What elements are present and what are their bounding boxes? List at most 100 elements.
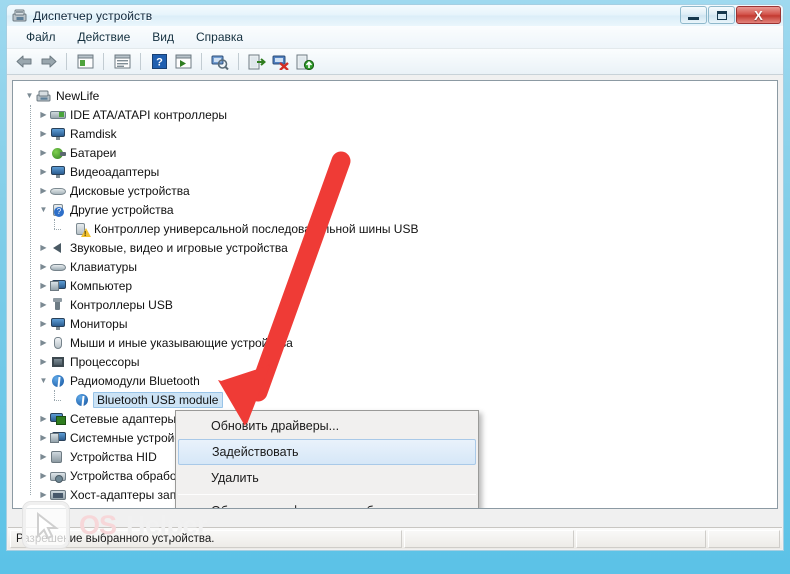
menu-file[interactable]: Файл [15,27,67,47]
tree-node-bluetooth-usb-module[interactable]: ▶ Bluetooth USB module [61,390,777,409]
tree-guideline [30,105,31,495]
tree-node-computer[interactable]: ▶ Компьютер [37,276,777,295]
tree-node-display-adapters[interactable]: ▶ Видеоадаптеры [37,162,777,181]
maximize-button[interactable] [708,6,735,24]
menu-action[interactable]: Действие [67,27,142,47]
expander-expand-icon[interactable]: ▶ [37,243,50,252]
enable-device-icon[interactable] [294,51,316,73]
tree-node-label: Контроллеры USB [70,297,173,312]
expander-expand-icon[interactable]: ▶ [37,452,50,461]
tree-node-unknown-usb-controller[interactable]: ▶ Контроллер универсальной последователь… [61,219,777,238]
toolbar-separator [238,53,239,70]
status-panel-3 [576,529,706,548]
expander-expand-icon[interactable]: ▶ [37,319,50,328]
tree-subchildren: ▶ Bluetooth USB module [37,390,777,409]
tree-subchildren: ▶ Контроллер универсальной последователь… [37,219,777,238]
ctx-uninstall[interactable]: Удалить [176,465,478,491]
keyboard-icon [50,259,66,275]
ctx-update-drivers[interactable]: Обновить драйверы... [176,413,478,439]
expander-expand-icon[interactable]: ▶ [37,338,50,347]
imaging-devices-icon [50,468,66,484]
expander-expand-icon[interactable]: ▶ [37,300,50,309]
tree-guideline [54,400,61,401]
unknown-usb-device-warning-icon [74,221,91,238]
ctx-item-label: Обновить конфигурацию оборудования [211,504,441,508]
tree-node-label: Радиомодули Bluetooth [70,373,200,388]
monitor-icon [50,316,66,332]
scan-view-icon[interactable] [172,51,194,73]
expander-collapse-icon[interactable]: ▼ [37,205,50,214]
tree-node-batteries[interactable]: ▶ Батареи [37,143,777,162]
tree-node-label: NewLife [56,88,100,103]
tree-node-label: Контроллер универсальной последовательно… [94,221,419,236]
ctx-item-label: Задействовать [212,445,299,459]
display-adapter-icon [50,164,66,180]
device-manager-icon [12,8,28,24]
tree-node-usb-controllers[interactable]: ▶ Контроллеры USB [37,295,777,314]
tree-node-bluetooth-radios[interactable]: ▼ Радиомодули Bluetooth [37,371,777,390]
expander-collapse-icon[interactable]: ▼ [23,91,36,100]
ctx-enable-device[interactable]: Задействовать [178,439,476,465]
tree-node-sound-video-game[interactable]: ▶ Звуковые, видео и игровые устройства [37,238,777,257]
window-controls: X [680,6,781,24]
tree-node-processors[interactable]: ▶ Процессоры [37,352,777,371]
expander-expand-icon[interactable]: ▶ [37,471,50,480]
bluetooth-device-icon [74,392,90,408]
tree-node-label: Видеоадаптеры [70,164,160,179]
expander-expand-icon[interactable]: ▶ [37,262,50,271]
processor-icon [50,354,66,370]
close-button[interactable]: X [736,6,781,24]
tree-node-mice[interactable]: ▶ Мыши и иные указывающие устройства [37,333,777,352]
expander-expand-icon[interactable]: ▶ [37,148,50,157]
expander-none-icon: ▶ [61,224,74,233]
expander-expand-icon[interactable]: ▶ [37,414,50,423]
expander-expand-icon[interactable]: ▶ [37,281,50,290]
status-panel-4 [708,529,780,548]
toolbar-separator [201,53,202,70]
tree-guideline [54,219,55,229]
ctx-scan-hardware-changes[interactable]: Обновить конфигурацию оборудования [176,498,478,508]
tree-node-root[interactable]: ▼ NewLife [13,86,777,105]
context-menu[interactable]: Обновить драйверы... Задействовать Удали… [175,410,479,508]
forward-arrow-icon[interactable] [37,51,59,73]
expander-expand-icon[interactable]: ▶ [37,433,50,442]
device-tree-pane[interactable]: ▼ NewLife ▶ IDE ATA/ATAPI контроллеры ▶ … [12,80,778,509]
expander-expand-icon[interactable]: ▶ [37,129,50,138]
ide-controller-icon [50,107,66,123]
expander-expand-icon[interactable]: ▶ [37,357,50,366]
tree-node-label: Bluetooth USB module [93,391,224,408]
tree-node-label: Батареи [70,145,117,160]
help-icon[interactable]: ? [148,51,170,73]
tree-node-other-devices[interactable]: ▼ Другие устройства [37,200,777,219]
tree-node-ide-controllers[interactable]: ▶ IDE ATA/ATAPI контроллеры [37,105,777,124]
hid-devices-icon [50,449,66,465]
tree-node-disk-drives[interactable]: ▶ Дисковые устройства [37,181,777,200]
expander-expand-icon[interactable]: ▶ [37,186,50,195]
minimize-button[interactable] [680,6,707,24]
update-driver-icon[interactable] [246,51,268,73]
tree-guideline [54,229,61,230]
sound-video-game-icon [50,240,66,256]
status-message: Разрешение выбранного устройства. [10,529,402,548]
tree-node-ramdisk[interactable]: ▶ Ramdisk [37,124,777,143]
menu-view[interactable]: Вид [141,27,185,47]
tree-node-monitors[interactable]: ▶ Мониторы [37,314,777,333]
back-arrow-icon[interactable] [13,51,35,73]
scan-for-hardware-changes-icon[interactable] [209,51,231,73]
expander-expand-icon[interactable]: ▶ [37,167,50,176]
expander-expand-icon[interactable]: ▶ [37,110,50,119]
toolbar-separator [140,53,141,70]
status-bar: Разрешение выбранного устройства. [8,527,782,549]
tree-node-keyboards[interactable]: ▶ Клавиатуры [37,257,777,276]
close-icon: X [754,7,763,23]
title-bar: Диспетчер устройств X [6,4,784,26]
expander-expand-icon[interactable]: ▶ [37,490,50,499]
aero-window-frame: Диспетчер устройств X Файл Действие Вид … [0,0,790,574]
disable-device-icon[interactable] [270,51,292,73]
status-panel-2 [404,529,574,548]
properties-icon[interactable] [111,51,133,73]
toolbar: ? [7,49,783,75]
menu-help[interactable]: Справка [185,27,254,47]
expander-collapse-icon[interactable]: ▼ [37,376,50,385]
show-hide-console-tree-icon[interactable] [74,51,96,73]
